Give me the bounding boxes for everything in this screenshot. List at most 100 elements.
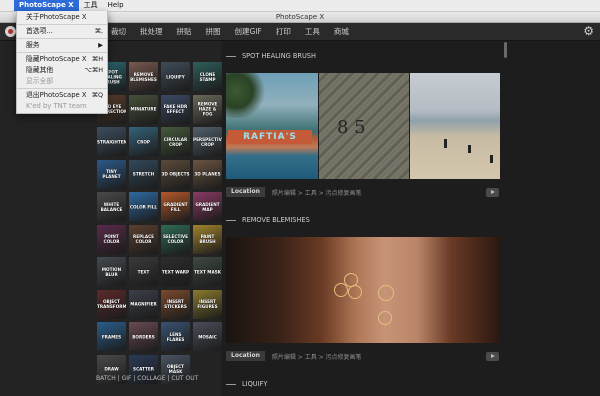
blemish-marker [378, 311, 392, 325]
menu-tools[interactable]: 工具 [79, 0, 103, 11]
feature-tile-borders[interactable]: BORDERS [129, 322, 158, 351]
feature-tile-selective-color[interactable]: SELECTIVE COLOR [161, 224, 190, 254]
feature-tile-label: REPLACE COLOR [133, 234, 154, 244]
menu-item-label: 服务 [26, 41, 40, 49]
feature-tile-white-balance[interactable]: WHITE BALANCE [97, 192, 126, 221]
feature-tile-label: TEXT [137, 269, 150, 274]
feature-tile-label: WHITE BALANCE [100, 201, 123, 212]
menu-item-label: 显示全部 [26, 77, 54, 85]
menu-item-hide-app[interactable]: 隐藏PhotoScape X ⌘H [17, 54, 107, 65]
feature-tile-perspective-crop[interactable]: PERSPECTIVE CROP [193, 127, 222, 156]
menu-item-quit[interactable]: 退出PhotoScape X ⌘Q [17, 90, 107, 101]
feature-tile-label: CROP [137, 139, 150, 144]
feature-tile-label: PAINT BRUSH [199, 234, 216, 244]
feature-tile-crop[interactable]: CROP [129, 127, 158, 156]
feature-tile-gradient-map[interactable]: GRADIENT MAP [193, 192, 222, 221]
feature-tile-label: MOSAIC [198, 334, 217, 339]
feature-tile-label: GRADIENT FILL [163, 201, 188, 212]
menu-item-services[interactable]: 服务 ▶ [17, 40, 107, 51]
tab-store[interactable]: 商城 [327, 23, 356, 40]
feature-tile-tiny-planet[interactable]: TINY PLANET [97, 159, 126, 189]
feature-tile-remove-haze-fog[interactable]: REMOVE HAZE & FOG [193, 94, 222, 124]
feature-tile-label: PERSPECTIVE CROP [193, 136, 222, 147]
feature-tile-motion-blur[interactable]: MOTION BLUR [97, 257, 126, 286]
gear-icon[interactable]: ⚙ [583, 25, 594, 38]
feature-tile-label: SELECTIVE COLOR [163, 234, 188, 244]
person-figure [468, 145, 471, 153]
content-scrollbar[interactable] [504, 42, 507, 58]
feature-tile-label: STRAIGHTEN [97, 139, 126, 144]
feature-tile-label: REMOVE HAZE & FOG [197, 101, 218, 117]
feature-tile-fake-hdr-effect[interactable]: FAKE HDR EFFECT [161, 94, 190, 124]
feature-tile-object-transform[interactable]: OBJECT TRANSFORM [97, 289, 126, 319]
person-figure [444, 139, 447, 148]
feature-tile-magnifier[interactable]: MAGNIFIER [129, 289, 158, 319]
feature-tile-label: LENS FLARES [166, 331, 185, 342]
menu-separator [17, 52, 107, 53]
feature-tile-point-color[interactable]: POINT COLOR [97, 224, 126, 254]
feature-tile-lens-flares[interactable]: LENS FLARES [161, 322, 190, 351]
feature-tile-remove-blemishes[interactable]: REMOVE BLEMISHES [129, 62, 158, 91]
location-path: 照片编辑 > 工具 > 污点修复画笔 [271, 189, 362, 197]
feature-tile-paint-brush[interactable]: PAINT BRUSH [193, 224, 222, 254]
section-title-spot-healing: SPOT HEALING BRUSH [226, 52, 316, 60]
left-footer-links[interactable]: BATCH | GIF | COLLAGE | CUT OUT [96, 375, 198, 382]
feature-tile-text-warp[interactable]: TEXT WARP [161, 257, 190, 286]
feature-tile-replace-color[interactable]: REPLACE COLOR [129, 224, 158, 254]
feature-tile-label: REMOVE BLEMISHES [130, 71, 157, 82]
video-play-icon[interactable] [486, 188, 499, 197]
feature-tile-label: TEXT WARP [161, 269, 190, 274]
feature-tile-mosaic[interactable]: MOSAIC [193, 322, 222, 351]
feature-tile-label: POINT COLOR [103, 234, 120, 244]
feature-tile-liquify[interactable]: LIQUIFY [161, 62, 190, 91]
section-title-text: SPOT HEALING BRUSH [242, 52, 316, 60]
feature-tile-label: 3D OBJECTS [161, 171, 190, 177]
menu-item-about[interactable]: 关于PhotoScape X [17, 12, 107, 23]
feature-tile-label: LIQUIFY [166, 74, 185, 79]
tab-gif[interactable]: 创建GIF [228, 23, 269, 40]
menu-app[interactable]: PhotoScape X [14, 0, 79, 11]
menu-help[interactable]: Help [103, 0, 129, 11]
feature-tile-color-fill[interactable]: COLOR FILL [129, 192, 158, 221]
tab-tools[interactable]: 工具 [298, 23, 327, 40]
location-button[interactable]: Location [226, 351, 265, 361]
app-menu-dropdown: 关于PhotoScape X 首选项... ⌘, 服务 ▶ 隐藏PhotoScape… [16, 11, 108, 114]
video-play-icon[interactable] [486, 352, 499, 361]
feature-tile-insert-figures[interactable]: INSERT FIGURES [193, 289, 222, 319]
feature-tile-gradient-fill[interactable]: GRADIENT FILL [161, 192, 190, 221]
title-dash [226, 383, 236, 385]
section-title-text: REMOVE BLEMISHES [242, 216, 310, 224]
section-title-text: LIQUIFY [242, 380, 268, 388]
location-path: 照片编辑 > 工具 > 污点修复画笔 [271, 353, 362, 361]
feature-tile-text[interactable]: TEXT [129, 257, 158, 286]
tab-batch[interactable]: 批处理 [133, 23, 170, 40]
person-figure [490, 155, 493, 163]
feature-tile-label: CIRCULAR CROP [163, 136, 188, 147]
menu-separator [17, 24, 107, 25]
feature-tile-clone-stamp[interactable]: CLONE STAMP [193, 62, 222, 91]
feature-tile-circular-crop[interactable]: CIRCULAR CROP [161, 127, 190, 156]
feature-tile-label: OBJECT TRANSFORM [97, 299, 126, 309]
tab-crop[interactable]: 裁切 [104, 23, 133, 40]
feature-tile-miniature[interactable]: MINIATURE [129, 94, 158, 124]
feature-tile-3d-planes[interactable]: 3D PLANES [193, 159, 222, 189]
feature-tile-text-mask[interactable]: TEXT MASK [193, 257, 222, 286]
feature-tile-straighten[interactable]: STRAIGHTEN [97, 127, 126, 156]
feature-tile-label: CLONE STAMP [199, 71, 216, 82]
tab-combine[interactable]: 拼图 [199, 23, 228, 40]
feature-tile-frames[interactable]: FRAMES [97, 322, 126, 351]
feature-tile-label: MINIATURE [130, 106, 157, 112]
menu-item-shortcut: ⌘Q [91, 91, 103, 99]
submenu-arrow-icon: ▶ [98, 41, 103, 49]
feature-tile-insert-stickers[interactable]: INSERT STICKERS [161, 289, 190, 319]
tab-print[interactable]: 打印 [269, 23, 298, 40]
menu-item-hide-others[interactable]: 隐藏其他 ⌥⌘H [17, 65, 107, 76]
feature-tile-3d-objects[interactable]: 3D OBJECTS [161, 159, 190, 189]
location-button[interactable]: Location [226, 187, 265, 197]
menu-item-preferences[interactable]: 首选项... ⌘, [17, 26, 107, 37]
feature-tile-label: COLOR FILL [129, 204, 158, 209]
section-title-remove-blemishes: REMOVE BLEMISHES [226, 216, 310, 224]
tab-collage[interactable]: 拼贴 [170, 23, 199, 40]
feature-tile-label: TINY PLANET [102, 169, 121, 179]
feature-tile-stretch[interactable]: STRETCH [129, 159, 158, 189]
